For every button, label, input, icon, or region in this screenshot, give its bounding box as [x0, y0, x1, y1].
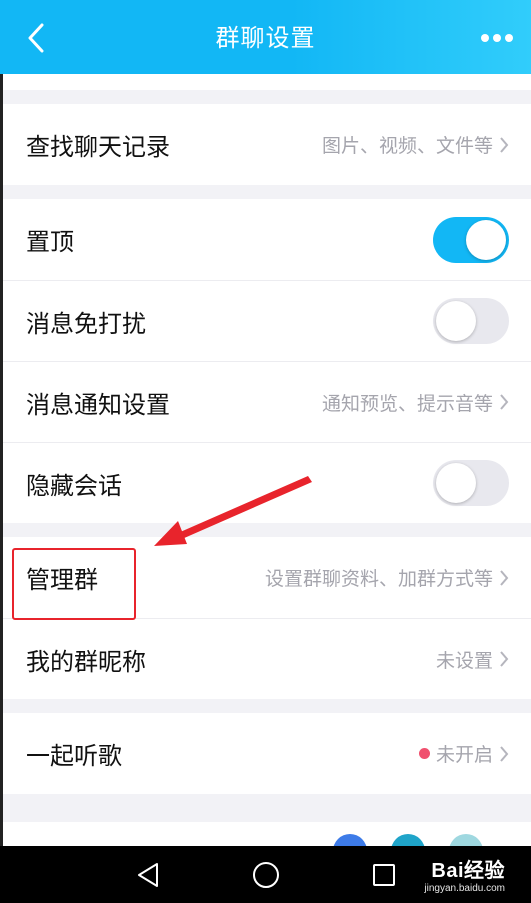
section-divider — [3, 185, 531, 199]
annotation-highlight-box — [12, 548, 136, 620]
row-value: 图片、视频、文件等 — [321, 135, 493, 157]
hide-session-toggle[interactable] — [433, 460, 509, 506]
chevron-right-icon — [500, 569, 509, 586]
row-label: 消息通知设置 — [26, 390, 170, 419]
triangle-back-icon — [138, 862, 158, 887]
row-value: 未开启 — [435, 744, 493, 766]
row-value: 通知预览、提示音等 — [321, 392, 493, 415]
do-not-disturb-toggle[interactable] — [433, 298, 509, 344]
system-nav-bar: Bai经验 jingyan.baidu.com — [0, 846, 531, 903]
settings-group-music: 一起听歌 未开启 — [3, 713, 531, 794]
chevron-right-icon — [500, 651, 509, 667]
toggle-knob — [466, 219, 506, 260]
toggle-knob — [436, 301, 476, 341]
row-search-history[interactable]: 查找聊天记录 图片、视频、文件等 — [3, 104, 531, 185]
row-label: 隐藏会话 — [26, 471, 122, 500]
header-bar: 群聊设置 — [0, 0, 531, 74]
nav-back-button[interactable] — [108, 846, 188, 903]
chevron-right-icon — [500, 136, 509, 153]
settings-list: 查找聊天记录 图片、视频、文件等 置顶 消息免打扰 消息通知设置 通知预览、提示… — [3, 74, 531, 846]
status-dot — [418, 748, 430, 759]
chevron-right-icon — [500, 394, 509, 410]
row-label: 消息免打扰 — [26, 309, 146, 338]
row-my-group-nickname[interactable]: 我的群昵称 未设置 — [3, 618, 531, 699]
row-value: 未设置 — [435, 649, 493, 672]
row-notification-settings[interactable]: 消息通知设置 通知预览、提示音等 — [3, 361, 531, 442]
page-title: 群聊设置 — [215, 24, 316, 52]
row-listen-together[interactable]: 一起听歌 未开启 — [3, 713, 531, 794]
pin-top-toggle[interactable] — [433, 216, 509, 263]
section-divider — [3, 699, 531, 713]
settings-group-notify: 置顶 消息免打扰 消息通知设置 通知预览、提示音等 隐藏会话 — [3, 199, 531, 523]
more-dots-icon — [481, 34, 513, 42]
avatar — [449, 834, 483, 846]
row-label: 一起听歌 — [26, 742, 122, 770]
avatar — [333, 834, 367, 846]
row-label: 我的群昵称 — [26, 647, 146, 676]
more-button[interactable] — [477, 20, 517, 56]
watermark-brand: Bai经验 — [431, 860, 505, 882]
row-label: 置顶 — [26, 228, 74, 256]
section-divider — [3, 74, 531, 104]
square-recents-icon — [373, 863, 395, 886]
avatar — [391, 834, 425, 846]
toggle-knob — [436, 463, 476, 503]
watermark: Bai经验 jingyan.baidu.com — [424, 854, 505, 894]
watermark-url: jingyan.baidu.com — [424, 883, 505, 894]
row-label: 查找聊天记录 — [26, 133, 170, 161]
row-pin-top: 置顶 — [3, 199, 531, 280]
section-divider — [3, 523, 531, 537]
circle-home-icon — [253, 861, 279, 888]
row-hide-session: 隐藏会话 — [3, 442, 531, 523]
row-do-not-disturb: 消息免打扰 — [3, 280, 531, 361]
nav-home-button[interactable] — [226, 846, 306, 903]
chevron-right-icon — [500, 745, 509, 762]
settings-group-search: 查找聊天记录 图片、视频、文件等 — [3, 104, 531, 185]
row-value: 设置群聊资料、加群方式等 — [264, 568, 493, 590]
partial-member-row — [3, 822, 531, 846]
nav-recents-button[interactable] — [344, 846, 424, 903]
